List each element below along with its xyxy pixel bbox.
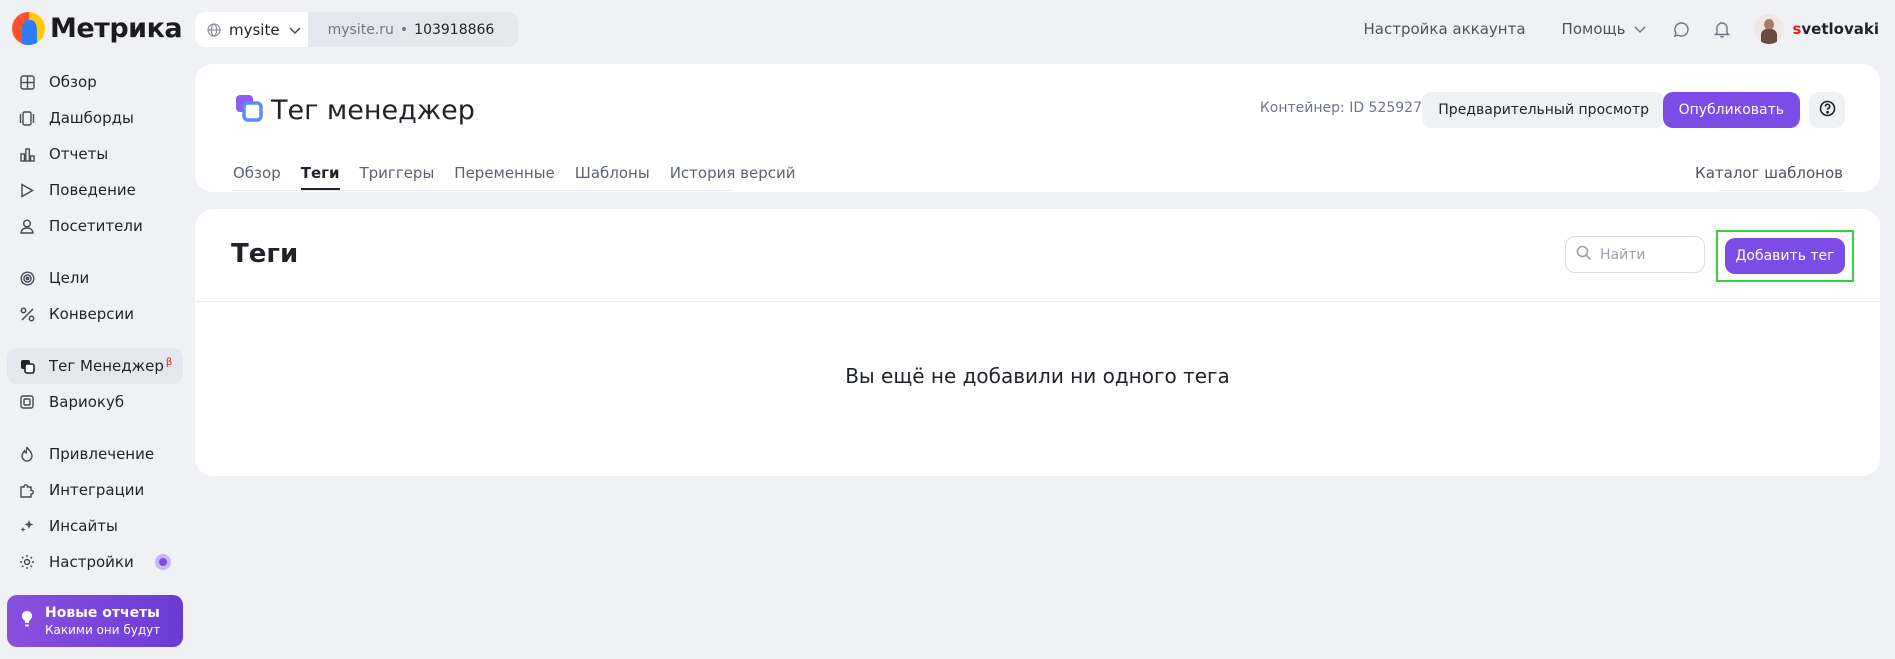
page-title: Тег менеджер [271, 94, 475, 126]
sidebar-item-insights[interactable]: Инсайты [7, 508, 183, 544]
username: svetlovaki [1792, 20, 1879, 38]
flame-icon [19, 446, 35, 462]
target-icon [19, 270, 35, 286]
sidebar: Обзор Дашборды Отчеты Поведение Посетите… [7, 64, 183, 580]
search-input[interactable] [1600, 246, 1690, 263]
sidebar-item-tag-manager[interactable]: Тег Менеджер β [7, 348, 183, 384]
sidebar-item-integrations[interactable]: Интеграции [7, 472, 183, 508]
tab-triggers[interactable]: Триггеры [360, 164, 435, 188]
tag-manager-logo-icon [235, 94, 263, 126]
lightbulb-icon [21, 610, 33, 632]
empty-state-message: Вы ещё не добавили ни одного тега [845, 364, 1230, 388]
tag-manager-icon [19, 358, 35, 374]
user-icon [19, 218, 35, 234]
metrika-logo-icon [12, 11, 45, 45]
account-settings-link[interactable]: Настройка аккаунта [1364, 20, 1526, 38]
bell-icon[interactable] [1714, 21, 1731, 38]
sidebar-item-dashboards[interactable]: Дашборды [7, 100, 183, 136]
sidebar-item-overview[interactable]: Обзор [7, 64, 183, 100]
tab-tags[interactable]: Теги [300, 164, 340, 190]
dashboards-icon [19, 110, 35, 126]
search-box[interactable] [1565, 236, 1705, 273]
notification-dot-icon [155, 554, 171, 570]
play-icon [19, 182, 35, 198]
grid-icon [19, 74, 35, 90]
sidebar-item-conversions[interactable]: Конверсии [7, 296, 183, 332]
site-select[interactable]: mysite [195, 12, 314, 47]
percent-icon [19, 306, 35, 322]
tabs: Обзор Теги Триггеры Переменные Шаблоны И… [233, 164, 796, 190]
sidebar-item-goals[interactable]: Цели [7, 260, 183, 296]
tag-manager-header: Тег менеджер Контейнер: ID 525927 Предва… [195, 64, 1880, 192]
app-logo[interactable]: Метрика [12, 11, 183, 45]
sidebar-item-behavior[interactable]: Поведение [7, 172, 183, 208]
promo-title: Новые отчеты [45, 605, 160, 621]
beta-badge: β [165, 357, 173, 368]
question-circle-icon [1819, 100, 1836, 121]
add-tag-highlight: Добавить тег [1716, 230, 1854, 282]
gear-icon [19, 554, 35, 570]
help-label: Помощь [1561, 20, 1626, 38]
sparkle-icon [19, 518, 35, 534]
new-reports-promo[interactable]: Новые отчеты Какими они будут [7, 595, 183, 647]
promo-subtitle: Какими они будут [45, 623, 161, 637]
site-switcher[interactable]: mysite mysite.ru • 103918866 [195, 12, 519, 47]
sidebar-item-settings[interactable]: Настройки [7, 544, 183, 580]
sidebar-item-visitors[interactable]: Посетители [7, 208, 183, 244]
search-icon [1576, 245, 1592, 265]
chevron-down-icon [288, 23, 302, 37]
preview-button[interactable]: Предварительный просмотр [1422, 92, 1665, 128]
bar-chart-icon [19, 146, 35, 162]
add-tag-button[interactable]: Добавить тег [1725, 238, 1845, 274]
sidebar-item-acquisition[interactable]: Привлечение [7, 436, 183, 472]
container-id: Контейнер: ID 525927 [1259, 100, 1422, 116]
tab-templates[interactable]: Шаблоны [575, 164, 650, 188]
user-menu[interactable]: svetlovaki [1754, 14, 1879, 44]
globe-icon [207, 22, 221, 37]
chevron-down-icon [1633, 22, 1647, 36]
help-menu[interactable]: Помощь [1562, 20, 1648, 38]
site-domain: mysite.ru [327, 21, 394, 38]
tab-version-history[interactable]: История версий [670, 164, 796, 188]
help-button[interactable] [1809, 92, 1845, 128]
site-name: mysite [229, 20, 280, 39]
sidebar-item-reports[interactable]: Отчеты [7, 136, 183, 172]
variocube-icon [19, 394, 35, 410]
tab-variables[interactable]: Переменные [454, 164, 555, 188]
publish-button[interactable]: Опубликовать [1662, 92, 1800, 128]
chat-icon[interactable] [1673, 21, 1690, 38]
template-catalog-link[interactable]: Каталог шаблонов [1695, 164, 1843, 182]
counter-info[interactable]: mysite.ru • 103918866 [307, 12, 519, 47]
section-title: Теги [231, 239, 299, 269]
app-title: Метрика [50, 12, 183, 44]
tab-overview[interactable]: Обзор [233, 164, 281, 188]
top-right-bar: Настройка аккаунта Помощь svetlovaki [1364, 12, 1879, 46]
puzzle-icon [19, 482, 35, 498]
counter-id: 103918866 [414, 21, 495, 38]
avatar [1754, 14, 1785, 44]
tags-panel: Теги Добавить тег Вы ещё не добавили ни … [195, 209, 1880, 476]
sidebar-item-variocube[interactable]: Вариокуб [7, 384, 183, 420]
